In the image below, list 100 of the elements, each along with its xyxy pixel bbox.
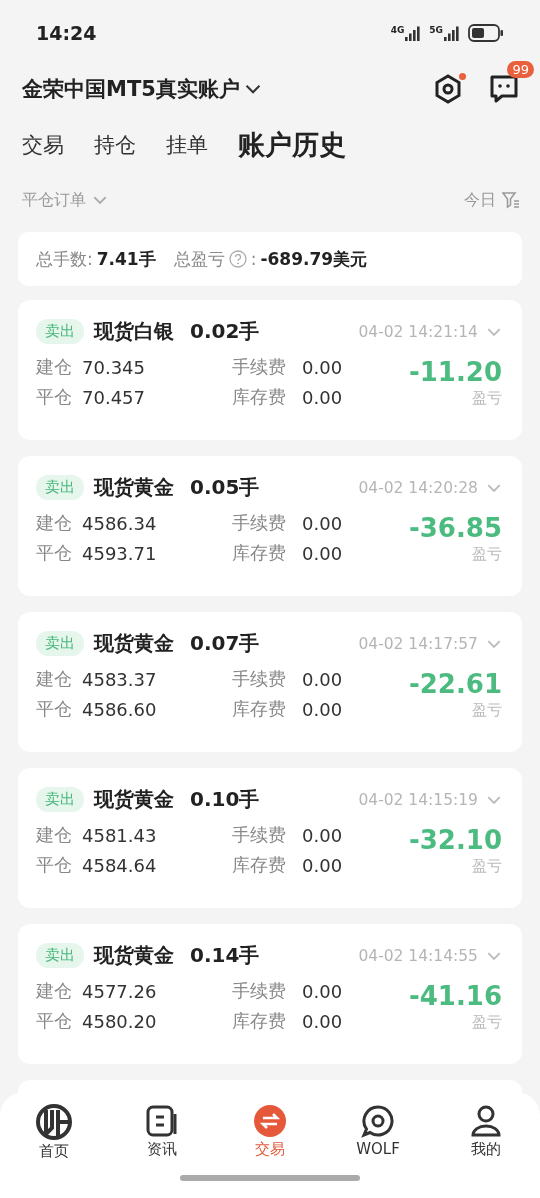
open-price: 4586.34 [82,512,158,534]
side-tag: 卖出 [36,475,84,500]
swap-value: 0.00 [302,386,344,408]
field-label: 库存费 [232,697,287,721]
message-icon[interactable] [488,73,520,105]
open-price: 4581.43 [82,824,158,846]
field-label: 建仓 [36,823,72,847]
symbol-name: 现货黄金 [94,786,174,813]
nav-item[interactable]: 首页 [14,1104,94,1161]
unread-badge: 99 [507,61,534,78]
field-label: 库存费 [232,541,287,565]
swap-value: 0.00 [302,698,344,720]
swap-icon [253,1104,287,1138]
field-label: 库存费 [232,385,287,409]
profit-loss-value: -36.85 [408,512,502,543]
symbol-name: 现货黄金 [94,474,174,501]
battery-icon [468,24,504,42]
colon: : [250,249,257,269]
symbol-name: 现货黄金 [94,942,174,969]
swap-value: 0.00 [302,1010,344,1032]
signal-icon [444,25,460,41]
field-label: 库存费 [232,853,287,877]
field-label: 手续费 [232,355,287,379]
field-label: 建仓 [36,979,72,1003]
tab[interactable]: 挂单 [166,131,208,159]
profit-loss-value: -22.61 [408,668,502,699]
side-tag: 卖出 [36,943,84,968]
signal-icon [405,25,422,41]
order-time: 04-02 14:17:57 [358,634,478,653]
nav-item[interactable]: 我的 [446,1104,526,1161]
field-label: 平仓 [36,1009,72,1033]
tab[interactable]: 账户历史 [238,127,346,163]
field-label: 手续费 [232,667,287,691]
field-label: 手续费 [232,823,287,847]
news-icon [145,1104,179,1138]
lot-size: 0.14手 [190,942,260,969]
account-selector[interactable]: 金荣中国MT5真实账户 [22,75,240,103]
lot-size: 0.05手 [190,474,260,501]
tab[interactable]: 持仓 [94,131,136,159]
open-price: 4583.37 [82,668,158,690]
close-price: 4584.64 [82,854,158,876]
swap-value: 0.00 [302,542,344,564]
network-label: 4G [390,25,405,35]
commission-value: 0.00 [302,824,344,846]
network-label: 5G [429,25,443,35]
commission-value: 0.00 [302,512,344,534]
commission-value: 0.00 [302,668,344,690]
side-tag: 卖出 [36,787,84,812]
commission-value: 0.00 [302,356,344,378]
nav-item[interactable]: WOLF [338,1104,418,1161]
profit-loss-label: 盈亏 [472,544,502,564]
swap-value: 0.00 [302,854,344,876]
order-time: 04-02 14:20:28 [358,478,478,497]
chat-bubble-icon [361,1104,395,1138]
lot-size: 0.10手 [190,786,260,813]
close-price: 4593.71 [82,542,158,564]
field-label: 手续费 [232,511,287,535]
order-time: 04-02 14:21:14 [358,322,478,341]
profit-loss-label: 盈亏 [472,856,502,876]
lot-size: 0.02手 [190,318,260,345]
field-label: 建仓 [36,667,72,691]
order-card[interactable]: 卖出 现货黄金 0.05手 04-02 14:20:28 建仓 4586.34 手续费 0.00 平仓 4593.71 库存费 0.00 -36.85 盈亏 [18,456,522,596]
logo-icon [36,1104,72,1140]
total-lots-label: 总手数: [36,247,93,271]
order-card[interactable]: 卖出 现货白银 0.02手 04-02 14:21:14 建仓 70.345 手续费 0.00 平仓 70.457 库存费 0.00 -11.20 盈亏 [18,300,522,440]
symbol-name: 现货黄金 [94,630,174,657]
field-label: 平仓 [36,385,72,409]
field-label: 建仓 [36,355,72,379]
clock: 14:24 [36,22,97,44]
order-card[interactable]: 卖出 现货黄金 0.07手 04-02 14:17:57 建仓 4583.37 手续费 0.00 平仓 4586.60 库存费 0.00 -22.61 盈亏 [18,612,522,752]
field-label: 库存费 [232,1009,287,1033]
nav-item[interactable]: 资讯 [122,1104,202,1161]
open-price: 70.345 [82,356,146,378]
total-pnl-value: -689.79美元 [260,247,368,271]
profit-loss-value: -11.20 [408,356,502,387]
order-card[interactable]: 卖出 现货黄金 0.10手 04-02 14:15:19 建仓 4581.43 手续费 0.00 平仓 4584.64 库存费 0.00 -32.10 盈亏 [18,768,522,908]
field-label: 建仓 [36,511,72,535]
tab[interactable]: 交易 [22,131,64,159]
field-label: 平仓 [36,853,72,877]
nav-item[interactable]: 交易 [230,1104,310,1161]
commission-value: 0.00 [302,980,344,1002]
profit-loss-value: -41.16 [408,980,502,1011]
close-price: 70.457 [82,386,146,408]
close-price: 4586.60 [82,698,158,720]
side-tag: 卖出 [36,319,84,344]
profit-loss-label: 盈亏 [472,1012,502,1032]
profit-loss-label: 盈亏 [472,388,502,408]
field-label: 平仓 [36,541,72,565]
total-lots-value: 7.41手 [96,247,156,271]
profit-loss-label: 盈亏 [472,700,502,720]
symbol-name: 现货白银 [94,318,174,345]
order-time: 04-02 14:15:19 [358,790,478,809]
filter-icon [502,191,520,209]
lot-size: 0.07手 [190,630,260,657]
close-price: 4580.20 [82,1010,158,1032]
order-card[interactable]: 卖出 现货黄金 0.14手 04-02 14:14:55 建仓 4577.26 手续费 0.00 平仓 4580.20 库存费 0.00 -41.16 盈亏 [18,924,522,1064]
total-pnl-label: 总盈亏 [173,247,225,271]
field-label: 手续费 [232,979,287,1003]
order-time: 04-02 14:14:55 [358,946,478,965]
field-label: 平仓 [36,697,72,721]
